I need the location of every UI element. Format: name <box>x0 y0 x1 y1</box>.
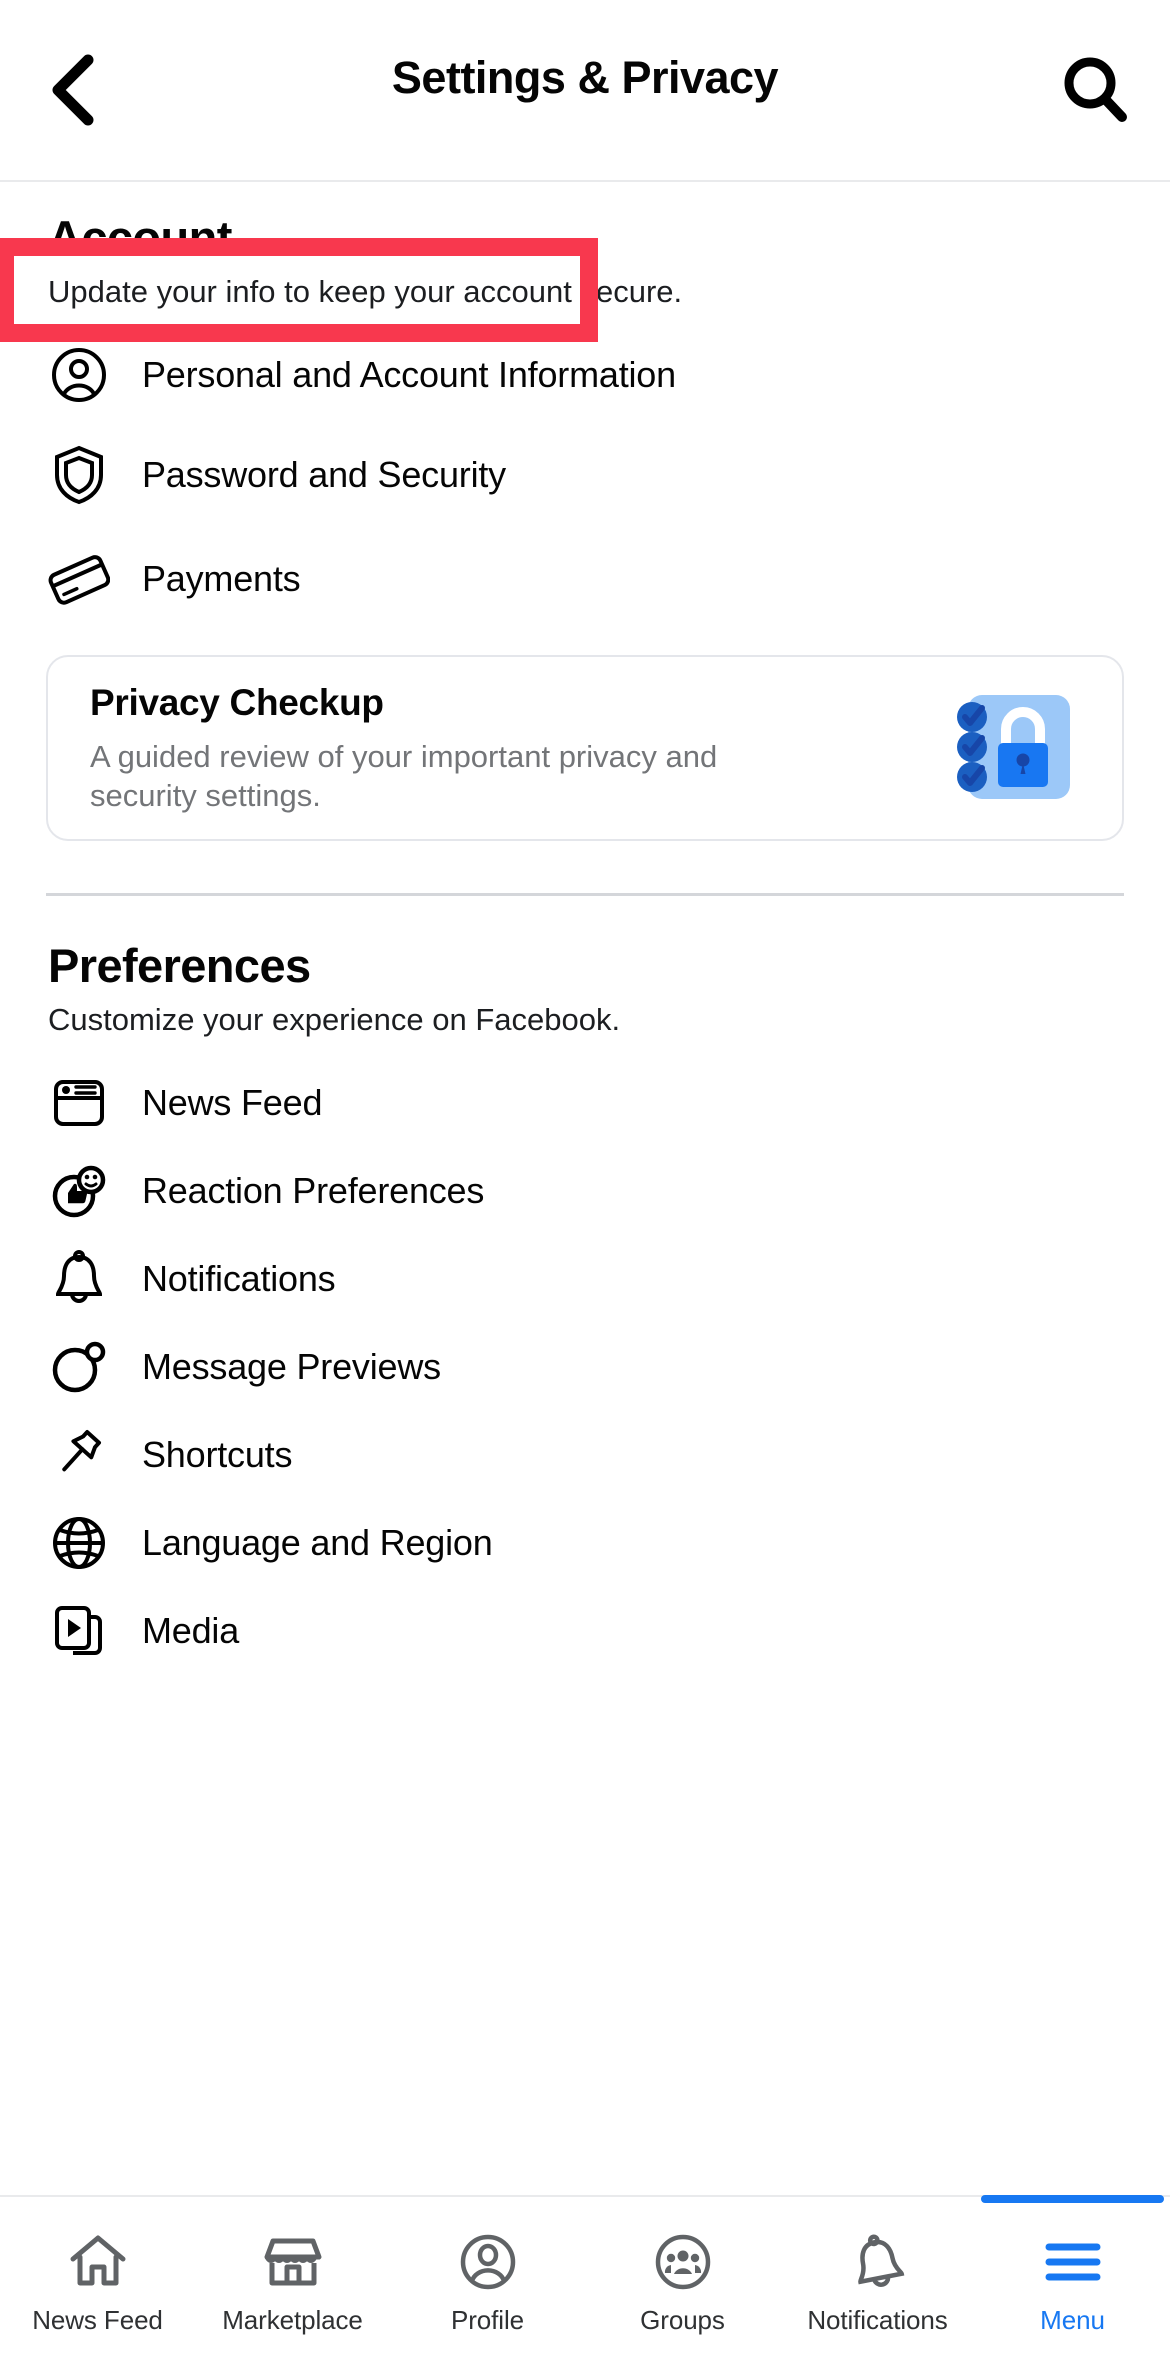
nav-tab-label: Menu <box>1040 2304 1105 2335</box>
page-title: Settings & Privacy <box>391 52 779 103</box>
row-media[interactable]: Media <box>0 1587 1170 1675</box>
row-label: Shortcuts <box>142 1434 293 1476</box>
preferences-section-header: Preferences Customize your experience on… <box>0 896 1170 1037</box>
row-payments[interactable]: Payments <box>0 525 1170 633</box>
reactions-icon <box>48 1160 110 1222</box>
settings-privacy-screen: Settings & Privacy Account Update your i… <box>0 0 1170 2363</box>
app-header: Settings & Privacy <box>0 0 1170 182</box>
privacy-checkup-description: A guided review of your important privac… <box>90 738 718 813</box>
credit-card-icon <box>48 548 110 610</box>
row-label: News Feed <box>142 1082 323 1124</box>
row-label: Language and Region <box>142 1522 493 1564</box>
nav-tab-label: News Feed <box>32 2304 163 2335</box>
search-button[interactable] <box>1052 48 1138 134</box>
nav-tab-notifications[interactable]: Notifications <box>780 2197 975 2363</box>
nav-tab-groups[interactable]: Groups <box>585 2197 780 2363</box>
row-label: Payments <box>142 558 301 600</box>
nav-tab-news-feed[interactable]: News Feed <box>0 2197 195 2363</box>
bell-icon <box>48 1248 110 1310</box>
nav-tab-label: Marketplace <box>222 2304 363 2335</box>
home-icon <box>68 2231 128 2293</box>
nav-tab-menu[interactable]: Menu <box>975 2195 1170 2363</box>
nav-tab-label: Groups <box>640 2304 725 2335</box>
privacy-checkup-card[interactable]: Privacy Checkup A guided review of your … <box>46 655 1124 842</box>
row-label: Password and Security <box>142 454 506 496</box>
pin-icon <box>48 1424 110 1486</box>
row-reaction-preferences[interactable]: Reaction Preferences <box>0 1147 1170 1235</box>
row-notifications[interactable]: Notifications <box>0 1235 1170 1323</box>
privacy-checkup-title: Privacy Checkup <box>90 681 384 723</box>
person-circle-icon <box>48 344 110 406</box>
row-news-feed[interactable]: News Feed <box>0 1059 1170 1147</box>
row-language-and-region[interactable]: Language and Region <box>0 1499 1170 1587</box>
row-label: Message Previews <box>142 1346 441 1388</box>
news-feed-icon <box>48 1072 110 1134</box>
shield-icon <box>48 444 110 506</box>
groups-icon <box>654 2231 712 2293</box>
nav-tab-label: Profile <box>451 2304 524 2335</box>
nav-tab-label: Notifications <box>807 2304 948 2335</box>
preferences-section-title: Preferences <box>48 939 311 993</box>
row-shortcuts[interactable]: Shortcuts <box>0 1411 1170 1499</box>
account-section-header: Account Update your info to keep your ac… <box>0 182 1170 309</box>
bell-icon <box>850 2231 906 2293</box>
search-icon <box>1060 54 1130 129</box>
row-label: Notifications <box>142 1258 336 1300</box>
settings-content: Account Update your info to keep your ac… <box>0 182 1170 1675</box>
storefront-icon <box>263 2231 323 2293</box>
preferences-list: News Feed Reaction Preferences Notificat… <box>0 1059 1170 1675</box>
bottom-navigation-bar: News Feed Marketplace Profile Groups Not… <box>0 2195 1170 2363</box>
tab-active-indicator <box>981 2195 1164 2203</box>
privacy-checkup-text: Privacy Checkup A guided review of your … <box>90 682 790 815</box>
row-personal-and-account-information[interactable]: Personal and Account Information <box>0 325 1170 425</box>
row-label: Reaction Preferences <box>142 1170 485 1212</box>
account-section-title: Account <box>48 211 232 264</box>
media-play-icon <box>48 1600 110 1662</box>
row-label: Personal and Account Information <box>142 354 676 396</box>
profile-avatar-icon <box>459 2231 517 2293</box>
row-password-and-security[interactable]: Password and Security <box>0 425 1170 525</box>
hamburger-menu-icon <box>1043 2231 1103 2293</box>
message-preview-icon <box>48 1336 110 1398</box>
row-label: Media <box>142 1610 240 1652</box>
globe-icon <box>48 1512 110 1574</box>
account-list: Personal and Account Information Passwor… <box>0 325 1170 633</box>
nav-tab-profile[interactable]: Profile <box>390 2197 585 2363</box>
privacy-lock-checklist-icon <box>950 689 1076 807</box>
account-section-subtitle: Update your info to keep your account se… <box>48 274 683 309</box>
preferences-section-subtitle: Customize your experience on Facebook. <box>48 1002 621 1038</box>
nav-tab-marketplace[interactable]: Marketplace <box>195 2197 390 2363</box>
row-message-previews[interactable]: Message Previews <box>0 1323 1170 1411</box>
